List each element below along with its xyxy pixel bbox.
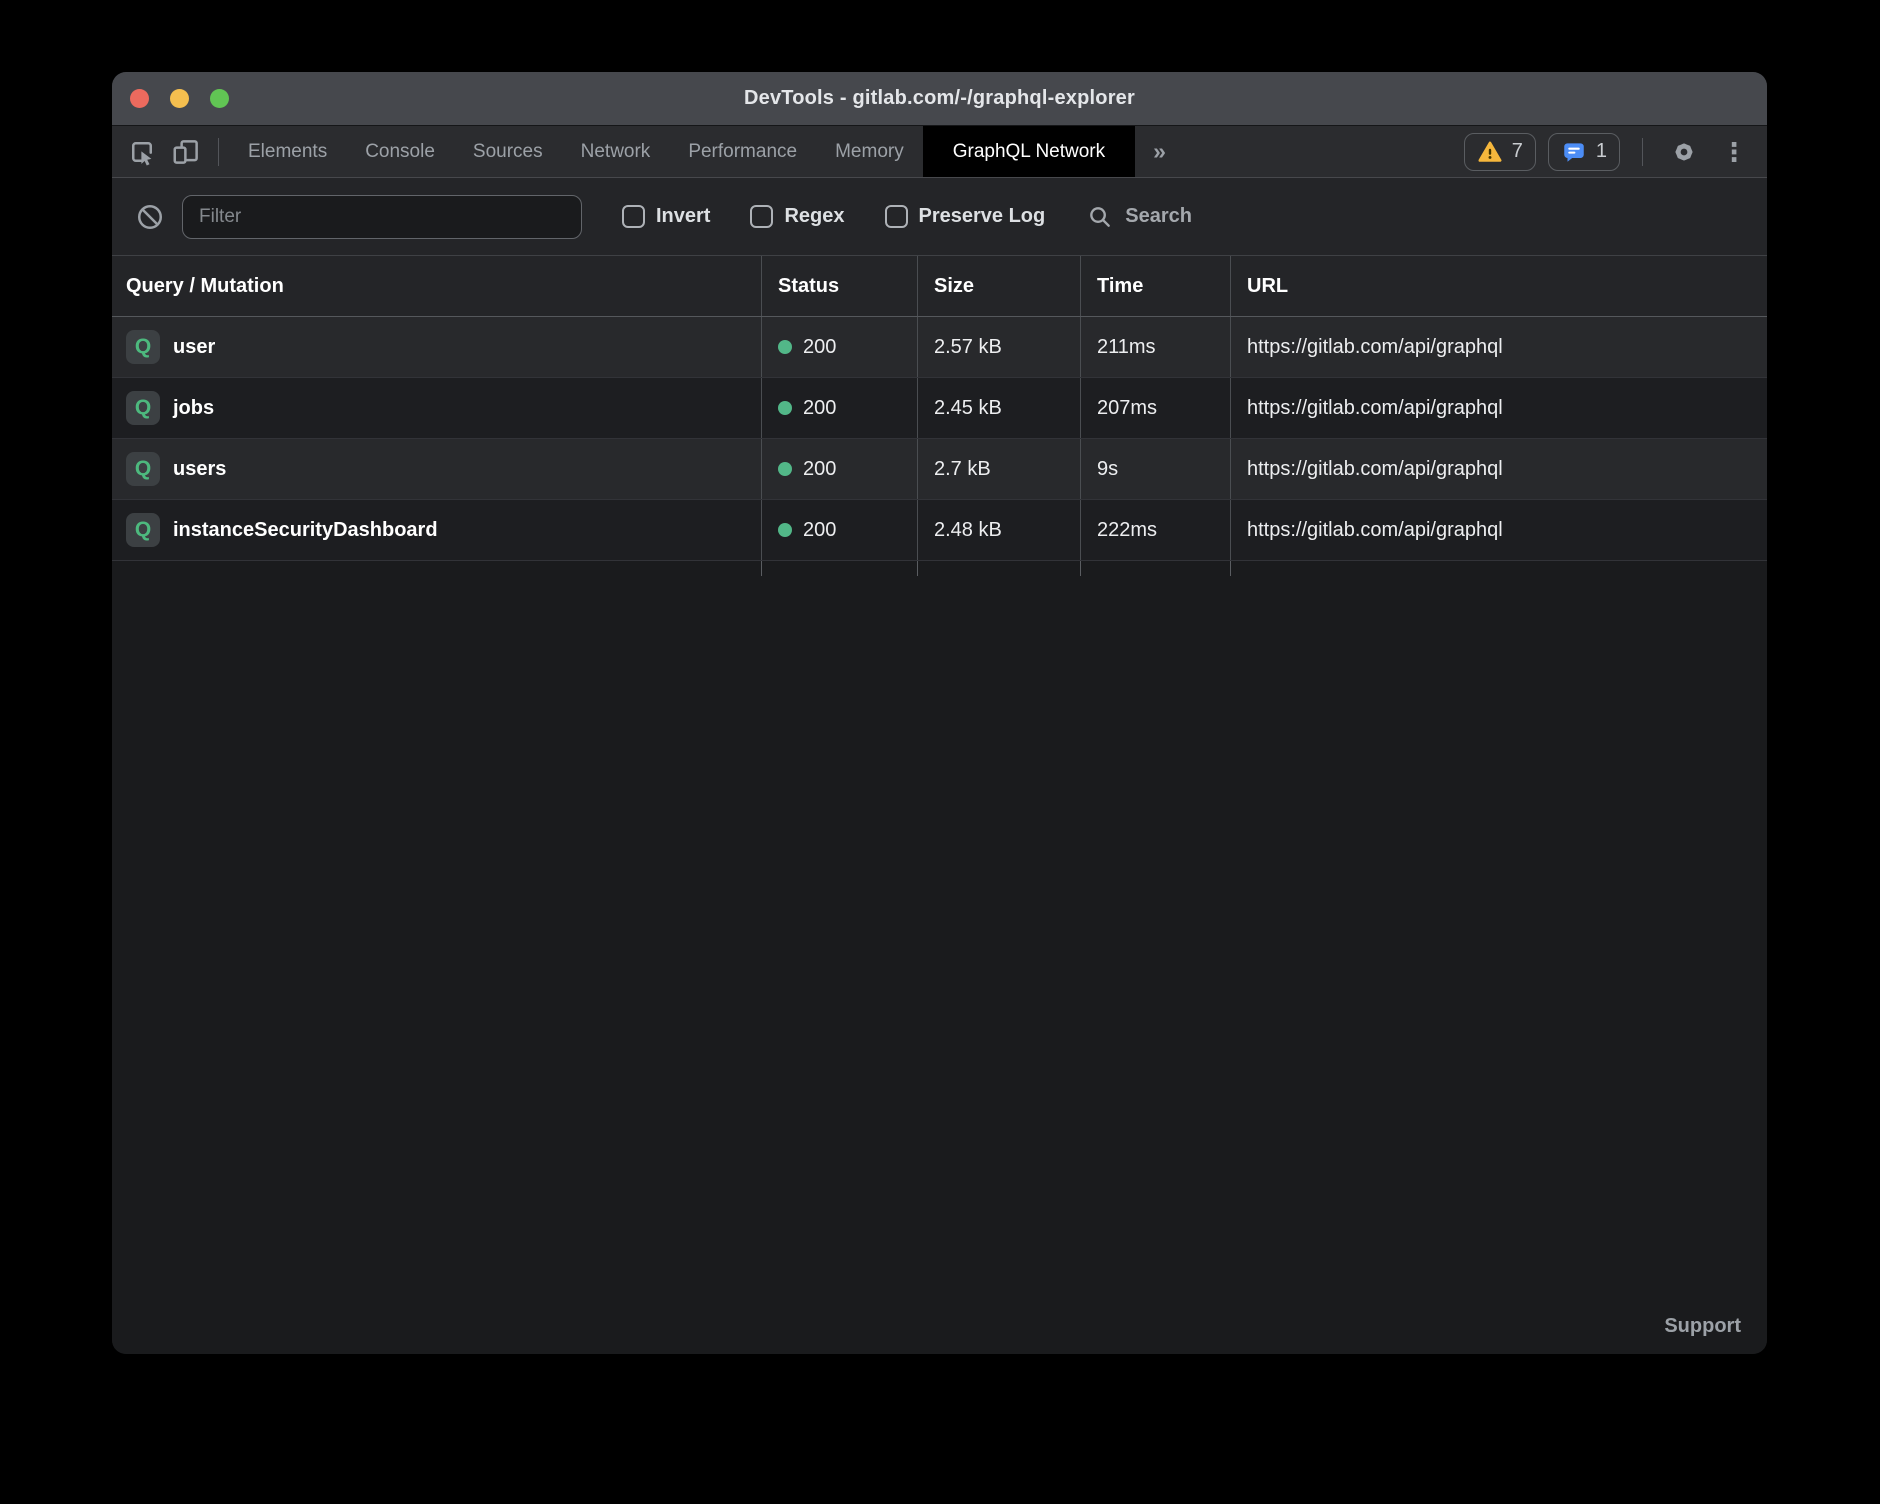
toolbar-divider [1642, 138, 1643, 166]
warning-triangle-icon [1477, 139, 1503, 165]
query-name: user [173, 336, 215, 359]
regex-label: Regex [784, 205, 844, 228]
response-time: 207ms [1080, 378, 1230, 438]
column-header-time[interactable]: Time [1080, 256, 1230, 316]
more-options-icon[interactable]: ⋮ [1715, 133, 1753, 171]
traffic-lights [130, 72, 229, 125]
table-row[interactable]: Q users 200 2.7 kB 9s https://gitlab.com… [112, 439, 1767, 500]
toolbar-divider [218, 138, 219, 166]
warning-count: 7 [1512, 140, 1523, 163]
panel-tabs: Elements Console Sources Network Perform… [229, 126, 1184, 177]
toolbar-right-cluster: 7 1 [1464, 126, 1767, 177]
response-time: 211ms [1080, 317, 1230, 377]
column-header-status[interactable]: Status [761, 256, 917, 316]
status-code: 200 [803, 458, 836, 481]
response-size: 2.7 kB [917, 439, 1080, 499]
settings-gear-icon[interactable] [1665, 133, 1703, 171]
table-row[interactable]: Q user 200 2.57 kB 211ms https://gitlab.… [112, 317, 1767, 378]
preserve-log-checkbox[interactable]: Preserve Log [885, 205, 1046, 228]
request-url: https://gitlab.com/api/graphql [1230, 439, 1767, 499]
clear-block-icon[interactable] [130, 202, 170, 232]
invert-checkbox[interactable]: Invert [622, 205, 710, 228]
status-code: 200 [803, 397, 836, 420]
tab-performance[interactable]: Performance [669, 126, 816, 177]
table-row[interactable]: Q instanceSecurityDashboard 200 2.48 kB … [112, 500, 1767, 561]
status-ok-dot [778, 462, 792, 476]
filter-input[interactable] [182, 195, 582, 239]
inspect-element-icon[interactable] [120, 126, 164, 177]
devtools-toolbar: Elements Console Sources Network Perform… [112, 126, 1767, 178]
status-ok-dot [778, 401, 792, 415]
device-toolbar-icon[interactable] [164, 126, 208, 177]
regex-checkbox[interactable]: Regex [750, 205, 844, 228]
query-type-badge: Q [126, 452, 160, 486]
tab-sources[interactable]: Sources [454, 126, 562, 177]
response-size: 2.48 kB [917, 500, 1080, 560]
support-link[interactable]: Support [1664, 1315, 1741, 1338]
request-url: https://gitlab.com/api/graphql [1230, 317, 1767, 377]
status-ok-dot [778, 340, 792, 354]
invert-checkbox-box[interactable] [622, 205, 645, 228]
close-window-button[interactable] [130, 89, 149, 108]
search-button[interactable]: Search [1087, 204, 1192, 230]
request-url: https://gitlab.com/api/graphql [1230, 378, 1767, 438]
warnings-badge[interactable]: 7 [1464, 133, 1536, 171]
status-ok-dot [778, 523, 792, 537]
query-type-badge: Q [126, 513, 160, 547]
response-size: 2.57 kB [917, 317, 1080, 377]
issue-count: 1 [1596, 140, 1607, 163]
column-header-query[interactable]: Query / Mutation [112, 256, 761, 316]
issues-badge[interactable]: 1 [1548, 133, 1620, 171]
query-name: jobs [173, 397, 214, 420]
regex-checkbox-box[interactable] [750, 205, 773, 228]
search-icon [1087, 204, 1113, 230]
devtools-window: DevTools - gitlab.com/-/graphql-explorer… [112, 72, 1767, 1354]
tab-network[interactable]: Network [562, 126, 670, 177]
query-name: instanceSecurityDashboard [173, 519, 438, 542]
window-titlebar: DevTools - gitlab.com/-/graphql-explorer [112, 72, 1767, 126]
tab-memory[interactable]: Memory [816, 126, 923, 177]
query-type-badge: Q [126, 391, 160, 425]
query-name: users [173, 458, 226, 481]
response-time: 9s [1080, 439, 1230, 499]
tab-graphql-network[interactable]: GraphQL Network [923, 126, 1135, 177]
fullscreen-window-button[interactable] [210, 89, 229, 108]
table-empty-area: Support [112, 576, 1767, 1354]
preserve-log-checkbox-box[interactable] [885, 205, 908, 228]
minimize-window-button[interactable] [170, 89, 189, 108]
window-title: DevTools - gitlab.com/-/graphql-explorer [744, 87, 1135, 110]
column-header-size[interactable]: Size [917, 256, 1080, 316]
table-header: Query / Mutation Status Size Time URL [112, 256, 1767, 317]
preserve-log-label: Preserve Log [919, 205, 1046, 228]
tab-console[interactable]: Console [346, 126, 454, 177]
status-code: 200 [803, 336, 836, 359]
table-row[interactable]: Q jobs 200 2.45 kB 207ms https://gitlab.… [112, 378, 1767, 439]
response-time: 222ms [1080, 500, 1230, 560]
request-url: https://gitlab.com/api/graphql [1230, 500, 1767, 560]
tab-elements[interactable]: Elements [229, 126, 346, 177]
column-separator-stubs [112, 561, 1767, 576]
more-tabs-icon[interactable]: » [1135, 126, 1184, 177]
invert-label: Invert [656, 205, 710, 228]
query-type-badge: Q [126, 330, 160, 364]
search-label: Search [1125, 205, 1192, 228]
filter-bar: Invert Regex Preserve Log Search [112, 178, 1767, 256]
status-code: 200 [803, 519, 836, 542]
response-size: 2.45 kB [917, 378, 1080, 438]
column-header-url[interactable]: URL [1230, 256, 1767, 316]
message-bubble-icon [1561, 139, 1587, 165]
